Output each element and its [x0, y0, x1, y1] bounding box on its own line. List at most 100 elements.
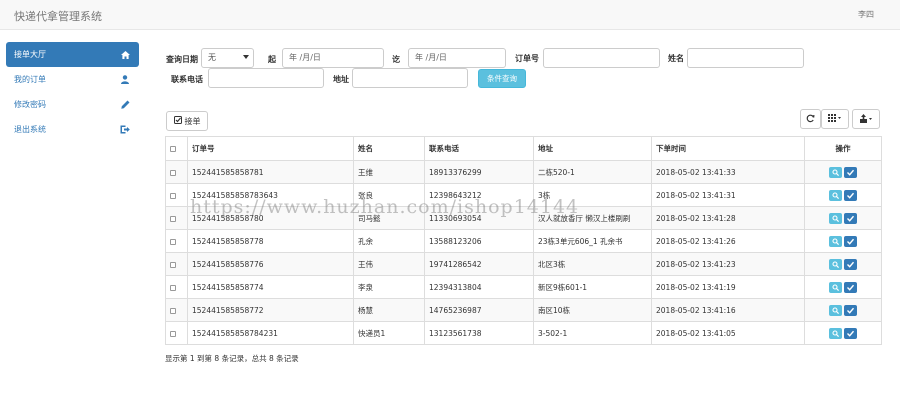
- table-row[interactable]: 152441585858783643 张良 12398643212 3栋 201…: [165, 183, 882, 207]
- view-button[interactable]: [829, 212, 842, 224]
- col-header-address[interactable]: 地址: [533, 136, 652, 161]
- col-header-phone[interactable]: 联系电话: [424, 136, 534, 161]
- check-square-icon: [173, 116, 182, 126]
- col-header-actions: 操作: [804, 136, 882, 161]
- sidebar: 接单大厅 我的订单 修改密码 退出系统: [6, 42, 139, 142]
- sidebar-item-my-orders[interactable]: 我的订单: [6, 67, 139, 92]
- cell-time: 2018-05-02 13:41:05: [651, 321, 805, 345]
- columns-icon: [828, 114, 842, 124]
- row-checkbox[interactable]: [170, 330, 176, 337]
- cell-order-no: 152441585858774: [187, 275, 354, 299]
- date-to-input[interactable]: 年 /月/日: [408, 48, 506, 68]
- cell-time: 2018-05-02 13:41:19: [651, 275, 805, 299]
- col-header-name[interactable]: 姓名: [353, 136, 425, 161]
- refresh-button[interactable]: [800, 109, 821, 129]
- orders-table-body: 152441585858781 王维 18913376299 二栋520-1 2…: [165, 160, 882, 345]
- check-icon: [847, 261, 854, 268]
- col-header-order-no[interactable]: 订单号: [187, 136, 354, 161]
- table-row[interactable]: 152441585858774 李泉 12394313804 新区9栋601-1…: [165, 275, 882, 299]
- cell-address: 二栋520-1: [533, 160, 652, 184]
- name-label: 姓名: [668, 54, 684, 63]
- table-row[interactable]: 152441585858772 杨慧 14765236987 南区10栋 201…: [165, 298, 882, 322]
- cell-actions: [804, 183, 882, 207]
- date-type-select[interactable]: 无: [201, 48, 254, 68]
- sidebar-item-label: 退出系统: [14, 125, 46, 134]
- address-input[interactable]: [352, 68, 468, 88]
- row-checkbox[interactable]: [170, 284, 176, 291]
- cell-phone: 19741286542: [424, 252, 534, 276]
- search-button[interactable]: 条件查询: [478, 69, 526, 88]
- export-button[interactable]: [852, 109, 880, 129]
- receive-order-button[interactable]: 接单: [166, 111, 208, 131]
- date-filter-label: 查询日期: [166, 55, 198, 64]
- cell-name: 孔余: [353, 229, 425, 253]
- select-all-cell[interactable]: [165, 136, 188, 161]
- date-to-label: 讫: [392, 55, 400, 64]
- row-checkbox[interactable]: [170, 261, 176, 268]
- cell-phone: 13123561738: [424, 321, 534, 345]
- name-input[interactable]: [687, 48, 804, 68]
- accept-button[interactable]: [844, 281, 857, 293]
- chevron-down-icon: [243, 55, 249, 59]
- check-icon: [847, 330, 854, 337]
- table-row[interactable]: 152441585858781 王维 18913376299 二栋520-1 2…: [165, 160, 882, 184]
- check-icon: [847, 307, 854, 314]
- cell-order-no: 152441585858772: [187, 298, 354, 322]
- cell-name: 李泉: [353, 275, 425, 299]
- sidebar-item-change-password[interactable]: 修改密码: [6, 92, 139, 117]
- row-checkbox[interactable]: [170, 169, 176, 176]
- view-button[interactable]: [829, 166, 842, 178]
- phone-label: 联系电话: [171, 75, 203, 84]
- view-button[interactable]: [829, 258, 842, 270]
- cell-phone: 11330693054: [424, 206, 534, 230]
- receive-order-label: 接单: [184, 116, 201, 126]
- current-user-name[interactable]: 李四: [858, 9, 874, 20]
- accept-button[interactable]: [844, 189, 857, 201]
- col-header-time[interactable]: 下单时间: [651, 136, 805, 161]
- order-no-input[interactable]: [543, 48, 660, 68]
- sidebar-item-logout[interactable]: 退出系统: [6, 117, 139, 142]
- select-all-checkbox[interactable]: [170, 146, 176, 152]
- view-button[interactable]: [829, 189, 842, 201]
- cell-time: 2018-05-02 13:41:16: [651, 298, 805, 322]
- search-icon: [832, 329, 839, 337]
- top-navbar: 快递代拿管理系统 李四: [0, 0, 900, 30]
- table-row[interactable]: 152441585858784231 快递员1 13123561738 3-50…: [165, 321, 882, 345]
- columns-toggle-button[interactable]: [821, 109, 849, 129]
- accept-button[interactable]: [844, 212, 857, 224]
- date-to-placeholder: 年 /月/日: [415, 53, 447, 62]
- view-button[interactable]: [829, 304, 842, 316]
- date-from-input[interactable]: 年 /月/日: [282, 48, 384, 68]
- table-header-row: 订单号 姓名 联系电话 地址 下单时间 操作: [165, 136, 882, 161]
- table-row[interactable]: 152441585858778 孔余 13588123206 23栋3单元606…: [165, 229, 882, 253]
- row-checkbox[interactable]: [170, 215, 176, 222]
- check-icon: [847, 215, 854, 222]
- view-button[interactable]: [829, 327, 842, 339]
- accept-button[interactable]: [844, 304, 857, 316]
- table-row[interactable]: 152441585858776 王伟 19741286542 北区3栋 2018…: [165, 252, 882, 276]
- table-row[interactable]: 152441585858780 司马懿 11330693054 汉人就放香厅 懒…: [165, 206, 882, 230]
- row-checkbox[interactable]: [170, 307, 176, 314]
- logout-icon: [119, 117, 131, 142]
- cell-order-no: 152441585858776: [187, 252, 354, 276]
- view-button[interactable]: [829, 281, 842, 293]
- sidebar-item-order-hall[interactable]: 接单大厅: [6, 42, 139, 67]
- accept-button[interactable]: [844, 235, 857, 247]
- search-icon: [832, 214, 839, 222]
- cell-address: 北区3栋: [533, 252, 652, 276]
- sidebar-item-label: 接单大厅: [14, 50, 46, 59]
- cell-address: 南区10栋: [533, 298, 652, 322]
- row-checkbox[interactable]: [170, 238, 176, 245]
- cell-actions: [804, 160, 882, 184]
- view-button[interactable]: [829, 235, 842, 247]
- accept-button[interactable]: [844, 327, 857, 339]
- pagination-info: 显示第 1 到第 8 条记录，总共 8 条记录: [165, 354, 299, 363]
- orders-table: 订单号 姓名 联系电话 地址 下单时间 操作 152441585858781 王…: [165, 136, 882, 345]
- phone-input[interactable]: [208, 68, 324, 88]
- accept-button[interactable]: [844, 258, 857, 270]
- date-from-label: 起: [268, 55, 276, 64]
- accept-button[interactable]: [844, 166, 857, 178]
- cell-address: 23栋3单元606_1 孔余书: [533, 229, 652, 253]
- search-icon: [832, 191, 839, 199]
- row-checkbox[interactable]: [170, 192, 176, 199]
